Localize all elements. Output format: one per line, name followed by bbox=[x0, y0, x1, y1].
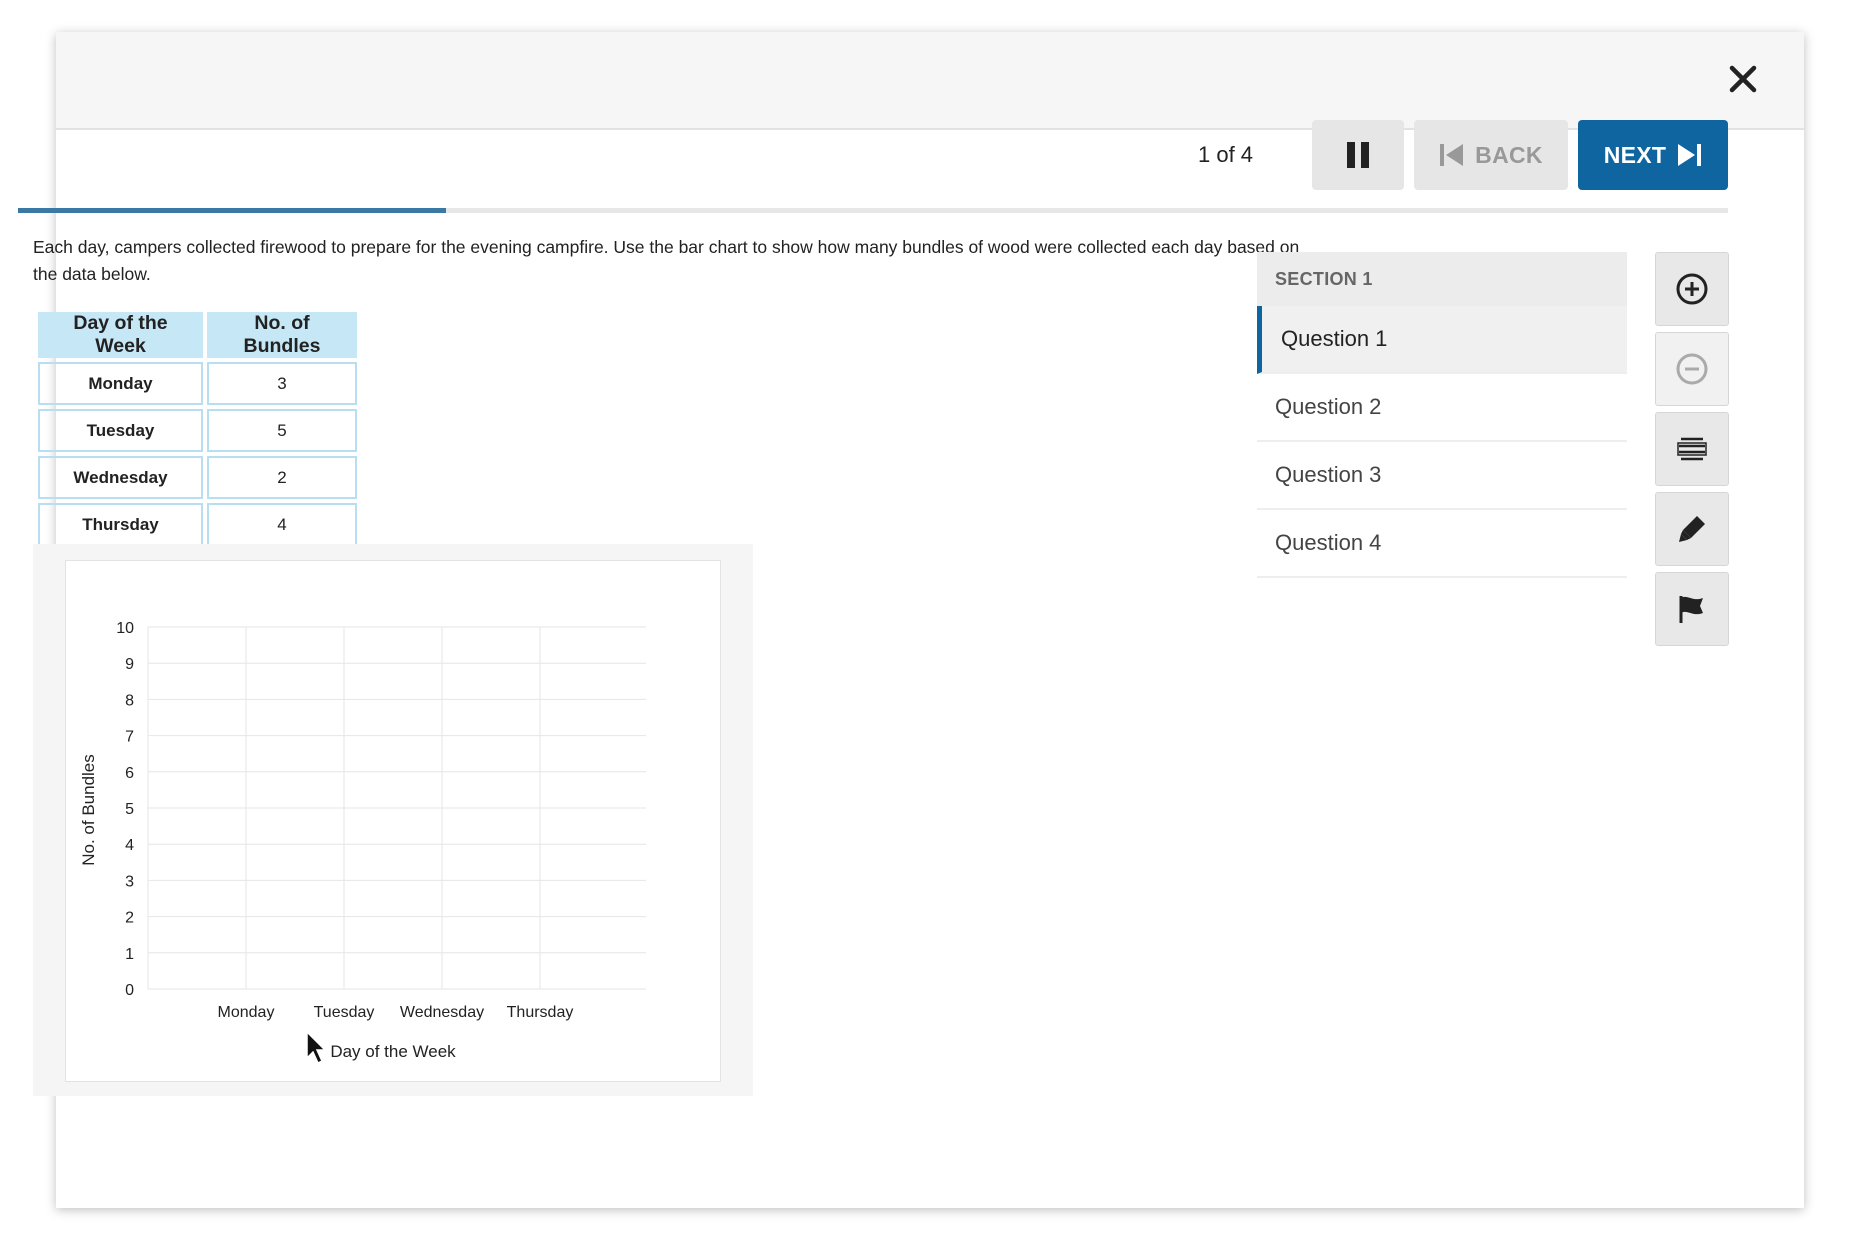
back-label: BACK bbox=[1475, 141, 1543, 168]
x-tick-label: Tuesday bbox=[314, 1004, 375, 1021]
skip-forward-icon bbox=[1678, 144, 1702, 166]
table-cell-bundles: 4 bbox=[207, 503, 357, 546]
x-tick-label: Thursday bbox=[507, 1004, 574, 1021]
pause-button[interactable] bbox=[1312, 120, 1404, 190]
zoom-in-button[interactable] bbox=[1655, 252, 1729, 326]
table-cell-bundles: 3 bbox=[207, 362, 357, 405]
zoom-out-button[interactable] bbox=[1655, 332, 1729, 406]
flag-button[interactable] bbox=[1655, 572, 1729, 646]
x-tick-label: Monday bbox=[218, 1004, 275, 1021]
tool-panel bbox=[1655, 252, 1729, 652]
table-cell-day: Monday bbox=[38, 362, 203, 405]
y-tick-label: 7 bbox=[125, 729, 134, 746]
y-tick-label: 4 bbox=[125, 837, 134, 854]
x-axis-label: Day of the Week bbox=[330, 1042, 456, 1061]
line-reader-button[interactable] bbox=[1655, 412, 1729, 486]
zoom-in-icon bbox=[1676, 273, 1708, 305]
highlighter-icon bbox=[1679, 516, 1705, 542]
highlighter-button[interactable] bbox=[1655, 492, 1729, 566]
nav-question-3[interactable]: Question 3 bbox=[1257, 442, 1627, 510]
nav-question-4[interactable]: Question 4 bbox=[1257, 510, 1627, 578]
y-tick-label: 5 bbox=[125, 801, 134, 818]
nav-question-1[interactable]: Question 1 bbox=[1257, 306, 1627, 374]
table-cell-day: Thursday bbox=[38, 503, 203, 546]
y-tick-label: 0 bbox=[125, 982, 134, 999]
table-row: Monday 3 bbox=[38, 362, 357, 405]
table-cell-bundles: 2 bbox=[207, 456, 357, 499]
table-row: Tuesday 5 bbox=[38, 409, 357, 452]
close-button[interactable] bbox=[1720, 56, 1766, 102]
bar-chart[interactable]: 0 1 2 3 4 5 6 7 8 9 10 Monday Tuesday Wednesday Thursd… bbox=[65, 560, 721, 1082]
question-counter: 1 of 4 bbox=[1198, 142, 1254, 167]
table-header-day: Day of the Week bbox=[38, 312, 203, 358]
question-prompt: Each day, campers collected firewood to … bbox=[33, 237, 1300, 284]
bar-chart-panel: 0 1 2 3 4 5 6 7 8 9 10 Monday Tuesday Wednesday Thursd… bbox=[33, 544, 753, 1096]
line-reader-icon bbox=[1677, 437, 1707, 461]
bar-chart-svg[interactable]: 0 1 2 3 4 5 6 7 8 9 10 Monday Tuesday Wednesday Thursd… bbox=[66, 561, 722, 1083]
table-row: Thursday 4 bbox=[38, 503, 357, 546]
x-tick-label: Wednesday bbox=[400, 1004, 484, 1021]
close-icon bbox=[1729, 65, 1757, 93]
y-tick-label: 8 bbox=[125, 692, 134, 709]
pause-icon bbox=[1347, 142, 1369, 168]
data-table: Day of the Week No. of Bundles Monday 3 … bbox=[34, 308, 361, 550]
back-button[interactable]: BACK bbox=[1414, 120, 1568, 190]
next-label: NEXT bbox=[1603, 141, 1667, 168]
nav-question-2[interactable]: Question 2 bbox=[1257, 374, 1627, 442]
progress-bar bbox=[18, 208, 1728, 213]
section-header: SECTION 1 bbox=[1257, 252, 1627, 306]
table-cell-bundles: 5 bbox=[207, 409, 357, 452]
mouse-cursor-icon bbox=[306, 1030, 327, 1065]
question-navigator: SECTION 1 Question 1 Question 2 Question… bbox=[1257, 252, 1627, 578]
y-tick-label: 9 bbox=[125, 656, 134, 673]
y-tick-label: 3 bbox=[125, 873, 134, 890]
y-tick-label: 6 bbox=[125, 765, 134, 782]
table-cell-day: Wednesday bbox=[38, 456, 203, 499]
modal-header bbox=[56, 32, 1804, 130]
zoom-out-icon bbox=[1676, 353, 1708, 385]
y-axis-label: No. of Bundles bbox=[79, 754, 98, 866]
table-header-bundles: No. of Bundles bbox=[207, 312, 357, 358]
table-row: Wednesday 2 bbox=[38, 456, 357, 499]
y-tick-label: 10 bbox=[116, 620, 134, 637]
progress-fill bbox=[18, 208, 446, 213]
y-tick-label: 2 bbox=[125, 910, 134, 927]
skip-back-icon bbox=[1440, 144, 1464, 166]
table-cell-day: Tuesday bbox=[38, 409, 203, 452]
y-tick-label: 1 bbox=[125, 946, 134, 963]
flag-icon bbox=[1679, 596, 1703, 623]
next-button[interactable]: NEXT bbox=[1578, 120, 1728, 190]
